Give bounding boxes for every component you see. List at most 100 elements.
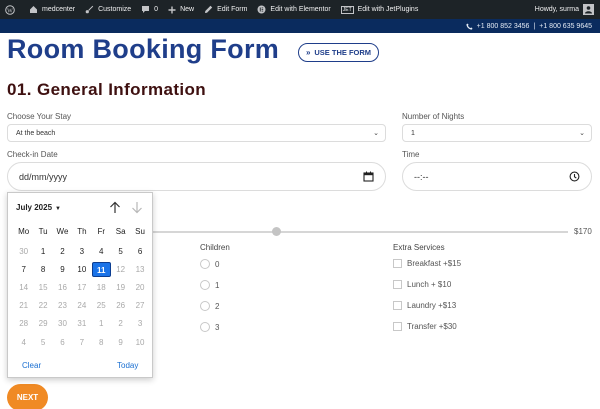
month-selector[interactable]: July 2025 ▼ [16,203,61,212]
price-slider-track[interactable] [152,231,568,233]
admin-edit-jet-link[interactable]: JET Edit with JetPlugins [336,0,424,19]
day-cell[interactable]: 30 [14,244,33,259]
day-cell[interactable]: 5 [111,244,130,259]
day-cell[interactable]: 2 [111,316,130,331]
checkbox[interactable] [393,259,402,268]
day-cell[interactable]: 31 [72,316,91,331]
nights-label: Number of Nights [402,112,465,121]
service-option-label: Breakfast +$15 [407,259,462,268]
day-cell[interactable]: 5 [33,335,52,350]
day-cell[interactable]: 25 [92,298,111,313]
day-cell[interactable]: 2 [53,244,72,259]
clock-icon[interactable] [569,171,580,184]
price-slider-handle[interactable] [272,227,281,236]
clear-button[interactable]: Clear [22,361,41,370]
service-option-breakfast[interactable]: Breakfast +$15 [393,259,461,268]
children-option-3[interactable]: 3 [200,322,219,332]
service-option-lunch[interactable]: Lunch + $10 [393,280,451,289]
day-cell[interactable]: 9 [53,262,72,277]
radio-circle[interactable] [200,322,210,332]
service-option-laundry[interactable]: Laundry +$13 [393,301,456,310]
weekday: We [56,227,69,236]
radio-circle[interactable] [200,280,210,290]
month-label: July 2025 [16,203,53,212]
admin-comments-link[interactable]: 0 [136,0,163,19]
day-cell[interactable]: 10 [72,262,91,277]
day-cell[interactable]: 6 [130,244,149,259]
day-cell[interactable]: 28 [14,316,33,331]
day-cell[interactable]: 1 [33,244,52,259]
checkin-date-input[interactable]: dd/mm/yyyy [7,162,386,191]
day-cell[interactable]: 27 [130,298,149,313]
day-cell[interactable]: 8 [92,335,111,350]
wordpress-logo-icon[interactable]: W [0,0,24,19]
svg-text:W: W [7,8,13,14]
day-cell[interactable]: 16 [53,280,72,295]
day-cell[interactable]: 21 [14,298,33,313]
next-month-arrow-icon[interactable] [131,201,143,219]
day-cell[interactable]: 9 [111,335,130,350]
next-button[interactable]: NEXT [7,384,48,409]
phone-number-2[interactable]: +1 800 635 9645 [539,23,592,30]
time-input[interactable]: --:-- [402,162,592,191]
radio-circle[interactable] [200,259,210,269]
day-cell[interactable]: 12 [111,262,130,277]
day-cell[interactable]: 14 [14,280,33,295]
day-cell[interactable]: 20 [130,280,149,295]
double-chevron-right-icon: » [305,48,311,57]
contact-bar: +1 800 852 3456 | +1 800 635 9645 [0,19,600,33]
day-cell[interactable]: 19 [111,280,130,295]
day-cell[interactable]: 6 [53,335,72,350]
day-cell[interactable]: 24 [72,298,91,313]
checkbox[interactable] [393,280,402,289]
use-the-form-button[interactable]: » USE THE FORM [298,43,379,62]
day-cell[interactable]: 30 [53,316,72,331]
day-cell[interactable]: 15 [33,280,52,295]
services-title: Extra Services [393,243,445,252]
admin-user-menu[interactable]: Howdy, surma [535,4,600,15]
day-cell[interactable]: 4 [14,335,33,350]
admin-new-link[interactable]: New [163,0,199,19]
checkbox[interactable] [393,301,402,310]
service-option-transfer[interactable]: Transfer +$30 [393,322,457,331]
phone-number-1[interactable]: +1 800 852 3456 [477,23,530,30]
admin-edit-form-link[interactable]: Edit Form [199,0,252,19]
day-cell[interactable]: 13 [130,262,149,277]
day-cell[interactable]: 26 [111,298,130,313]
day-cell[interactable]: 29 [33,316,52,331]
children-option-1[interactable]: 1 [200,280,219,290]
radio-circle[interactable] [200,301,210,311]
avatar [583,4,594,15]
checkin-label: Check-in Date [7,150,58,159]
selected-day-cell[interactable]: 11 [91,262,111,277]
day-cell[interactable]: 10 [130,335,149,350]
admin-edit-elementor-link[interactable]: Edit with Elementor [252,0,335,19]
chevron-down-icon: ⌄ [579,130,585,137]
nights-select[interactable]: 1 ⌄ [402,124,592,142]
day-cell[interactable]: 8 [33,262,52,277]
day-cell[interactable]: 22 [33,298,52,313]
day-cell[interactable]: 7 [14,262,33,277]
day-cell[interactable]: 7 [72,335,91,350]
day-cell[interactable]: 3 [72,244,91,259]
day-cell[interactable]: 4 [92,244,111,259]
children-option-label: 3 [215,322,220,332]
elementor-icon [257,5,266,14]
time-label: Time [402,150,420,159]
day-cell[interactable]: 18 [92,280,111,295]
day-cell[interactable]: 17 [72,280,91,295]
today-button[interactable]: Today [117,361,138,370]
nights-select-value: 1 [411,129,415,137]
children-option-2[interactable]: 2 [200,301,219,311]
page-title: Room Booking Form [7,34,280,64]
calendar-icon[interactable] [363,171,374,184]
admin-customize-link[interactable]: Customize [80,0,136,19]
children-option-0[interactable]: 0 [200,259,219,269]
previous-month-arrow-icon[interactable] [109,201,121,219]
day-cell[interactable]: 1 [92,316,111,331]
checkbox[interactable] [393,322,402,331]
day-cell[interactable]: 3 [130,316,149,331]
day-cell[interactable]: 23 [53,298,72,313]
admin-site-link[interactable]: medcenter [24,0,80,19]
stay-select[interactable]: At the beach ⌄ [7,124,386,142]
